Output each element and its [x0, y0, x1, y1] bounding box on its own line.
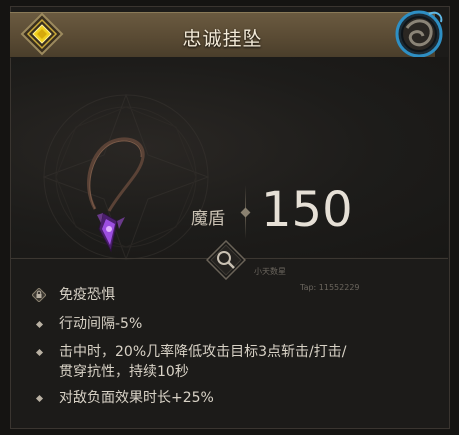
item-display-area: 魔盾 150 [11, 57, 448, 261]
affix-text: 行动间隔-5% [59, 316, 143, 332]
inspect-magnifier-button[interactable] [206, 240, 246, 280]
stat-value: 150 [261, 182, 353, 238]
amulet-pendant-icon [87, 137, 145, 253]
affix-item: 免疫恐惧 [0, 285, 459, 306]
tooltip-header: 忠诚挂坠 [10, 12, 435, 58]
affix-text: 对敌负面效果时长+25% [59, 390, 214, 406]
rarity-diamond-icon [20, 12, 64, 56]
diamond-bullet-icon [35, 348, 44, 357]
affix-text-line1: 击中时，20%几率降低攻击目标3点斩击/打击/ [59, 344, 347, 360]
stat-label: 魔盾 [191, 209, 225, 229]
item-name: 忠诚挂坠 [182, 28, 263, 50]
affix-item: 击中时，20%几率降低攻击目标3点斩击/打击/ 贯穿抗性，持续10秒 [0, 342, 459, 386]
diamond-bullet-icon [35, 394, 44, 403]
lock-icon [32, 288, 46, 302]
affix-item: 对敌负面效果时长+25% [0, 388, 459, 409]
diamond-bullet-icon [35, 320, 44, 329]
affix-item: 行动间隔-5% [0, 314, 459, 335]
stat-divider-dot [240, 207, 251, 218]
watermark-text: 小天数星 [254, 267, 286, 276]
affix-text: 免疫恐惧 [59, 287, 115, 303]
affix-text-line2: 贯穿抗性，持续10秒 [59, 364, 189, 380]
